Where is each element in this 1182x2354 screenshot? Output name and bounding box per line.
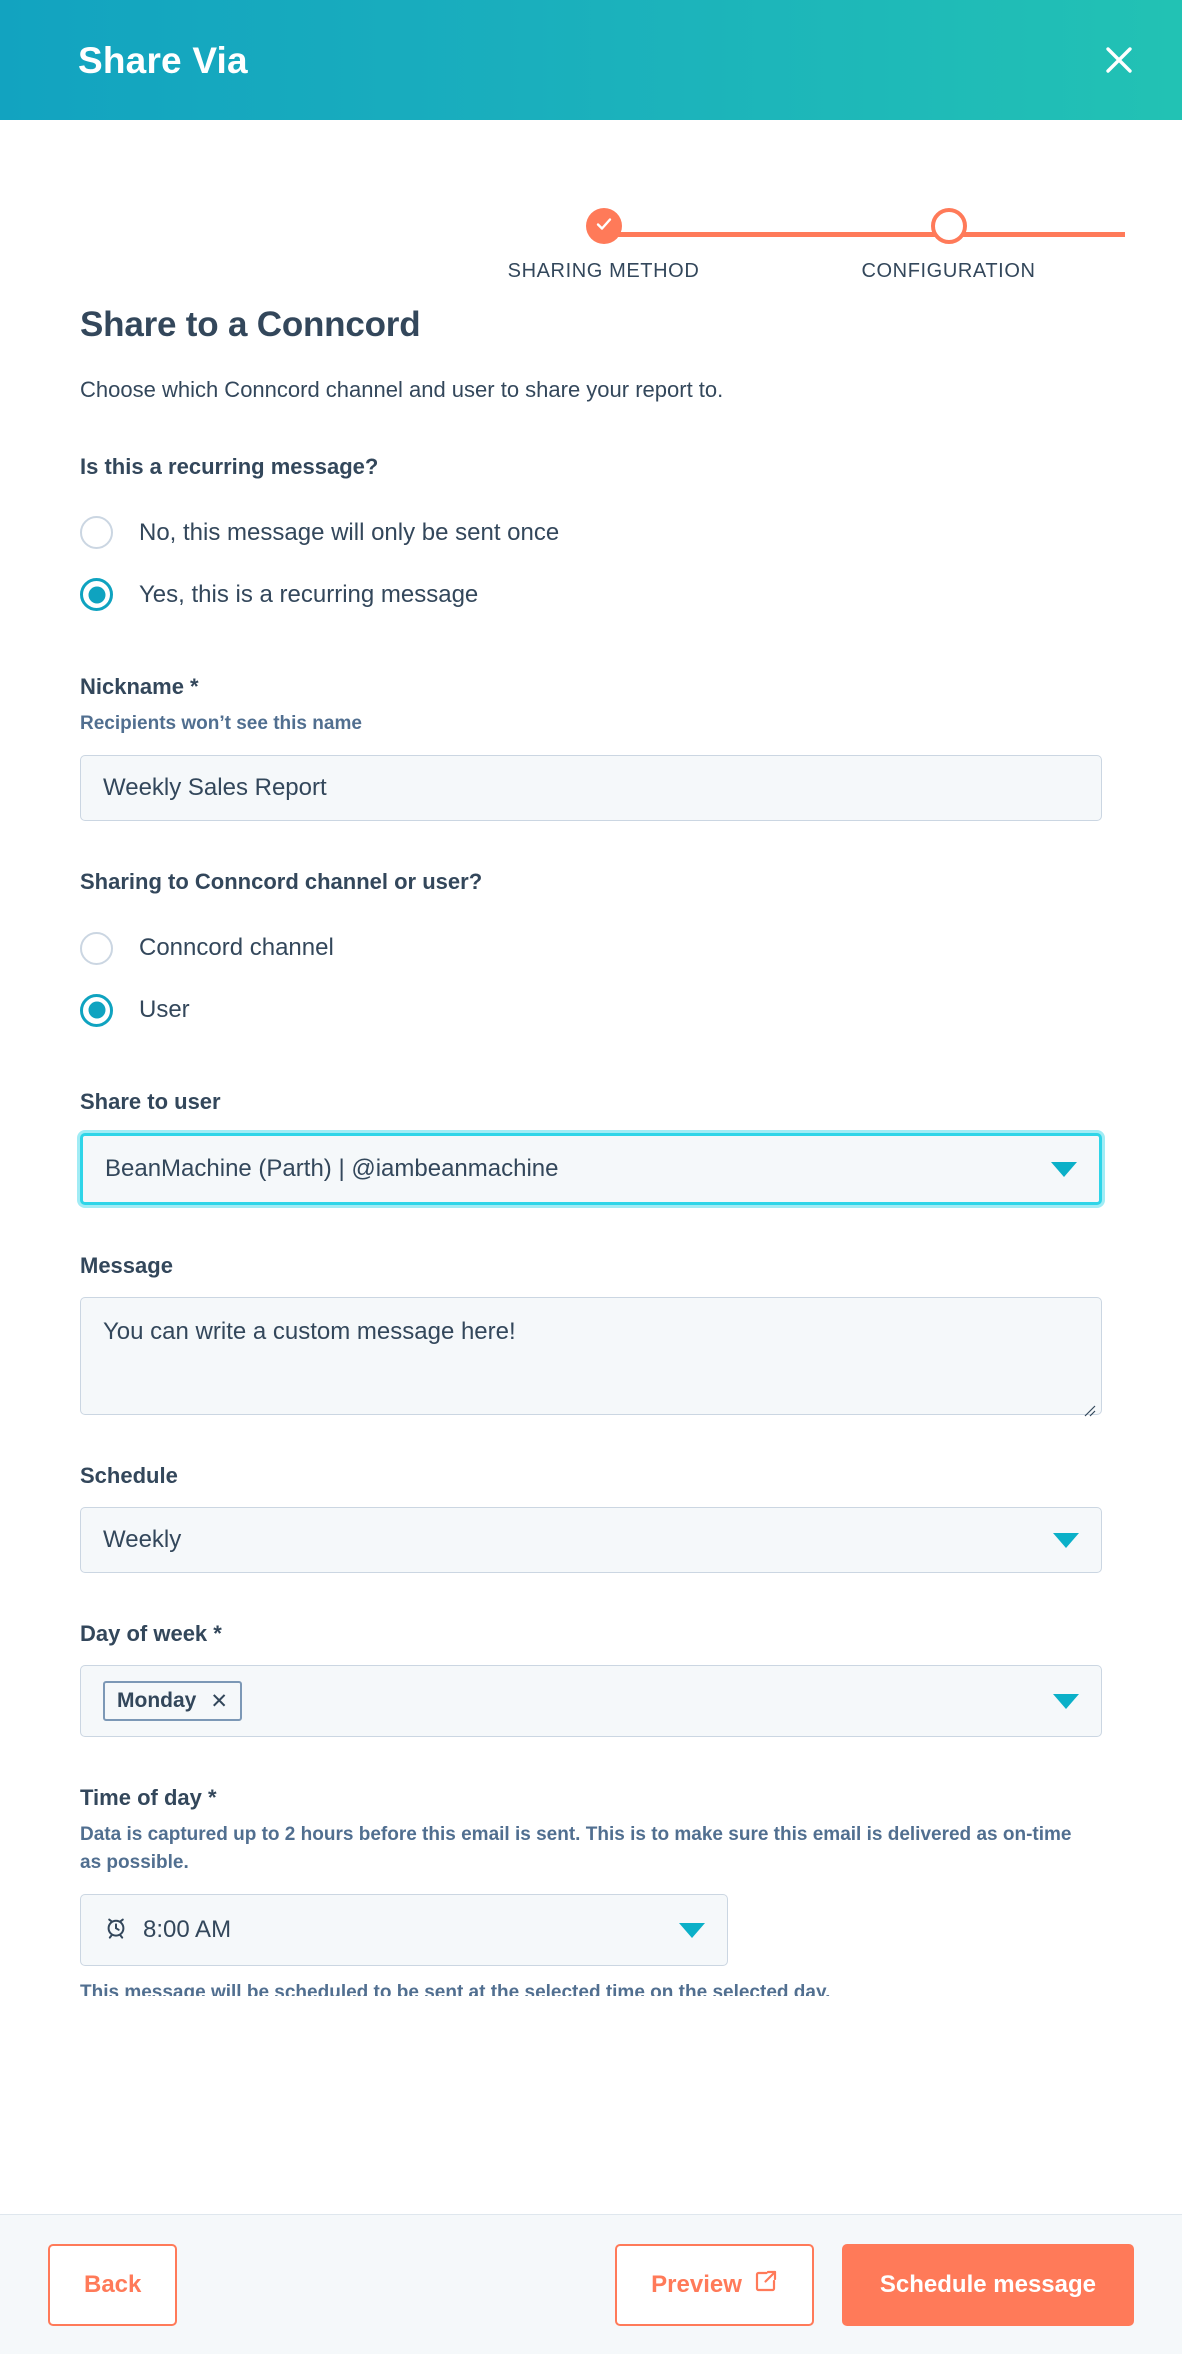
stepper-step-sharing-method[interactable]: SHARING METHOD xyxy=(504,208,704,283)
field-label: Message xyxy=(80,1253,173,1279)
radio-label: User xyxy=(139,996,190,1024)
select-value: Weekly xyxy=(103,1526,182,1554)
chevron-down-icon xyxy=(1053,1532,1079,1548)
field-label: Day of week * xyxy=(80,1621,222,1647)
radio-option-no-recurring[interactable]: No, this message will only be sent once xyxy=(80,502,1102,564)
day-of-week-chip: Monday ✕ xyxy=(103,1681,242,1722)
chevron-down-icon xyxy=(1051,1161,1077,1177)
step-dot-current xyxy=(930,208,967,244)
schedule-message-button[interactable]: Schedule message xyxy=(841,2243,1134,2326)
stepper-step-configuration[interactable]: CONFIGURATION xyxy=(849,208,1049,283)
schedule-select[interactable]: Weekly xyxy=(80,1507,1102,1574)
close-icon xyxy=(1100,41,1138,79)
radio-indicator xyxy=(80,516,113,550)
footer-actions: Preview Schedule message xyxy=(615,2243,1134,2326)
field-schedule: Schedule Weekly xyxy=(80,1463,1102,1574)
message-textarea[interactable]: You can write a custom message here! xyxy=(80,1297,1102,1417)
field-label: Schedule xyxy=(80,1463,178,1489)
field-target-type: Sharing to Conncord channel or user? Con… xyxy=(80,869,1102,1041)
share-to-user-select[interactable]: BeanMachine (Parth) | @iambeanmachine xyxy=(80,1133,1102,1206)
page-title: Share Via xyxy=(78,39,248,81)
radio-indicator-selected xyxy=(80,993,113,1027)
preview-button-label: Preview xyxy=(651,2270,742,2298)
modal-body: SHARING METHOD CONFIGURATION Share to a … xyxy=(0,120,1182,2214)
chevron-down-icon xyxy=(1053,1693,1079,1709)
stepper-step-label: SHARING METHOD xyxy=(507,260,700,282)
field-label: Is this a recurring message? xyxy=(80,453,379,479)
chevron-down-icon xyxy=(679,1922,705,1938)
field-recurring-message: Is this a recurring message? No, this me… xyxy=(80,454,1102,626)
field-help-text: Data is captured up to 2 hours before th… xyxy=(80,1824,1072,1873)
day-of-week-select[interactable]: Monday ✕ xyxy=(80,1665,1102,1738)
preview-button[interactable]: Preview xyxy=(615,2243,814,2326)
modal-footer: Back Preview Schedule message xyxy=(0,2214,1182,2354)
chip-remove-icon[interactable]: ✕ xyxy=(210,1691,228,1712)
field-label: Sharing to Conncord channel or user? xyxy=(80,869,483,895)
progress-stepper: SHARING METHOD CONFIGURATION xyxy=(264,120,1125,305)
chip-label: Monday xyxy=(117,1689,197,1713)
field-day-of-week: Day of week * Monday ✕ xyxy=(80,1621,1102,1738)
select-value: BeanMachine (Parth) | @iambeanmachine xyxy=(105,1155,559,1183)
message-value: You can write a custom message here! xyxy=(103,1318,516,1346)
field-time-of-day: Time of day * Data is captured up to 2 h… xyxy=(80,1785,1102,1996)
select-value: 8:00 AM xyxy=(103,1914,231,1947)
time-of-day-select[interactable]: 8:00 AM xyxy=(80,1894,728,1967)
back-button[interactable]: Back xyxy=(48,2243,178,2326)
field-help-text: Recipients won’t see this name xyxy=(80,712,362,734)
stepper-step-label: CONFIGURATION xyxy=(861,260,1036,282)
form-content: Share to a Conncord Choose which Conncor… xyxy=(0,305,1182,1996)
field-label: Time of day * xyxy=(80,1785,217,1811)
close-button[interactable] xyxy=(1090,31,1148,89)
check-icon xyxy=(594,214,614,239)
radio-indicator-selected xyxy=(80,578,113,612)
time-value: 8:00 AM xyxy=(143,1916,232,1944)
radio-group-recurring: No, this message will only be sent once … xyxy=(80,502,1102,626)
section-description: Choose which Conncord channel and user t… xyxy=(80,377,724,402)
resize-handle-icon[interactable] xyxy=(1082,1396,1096,1417)
radio-option-yes-recurring[interactable]: Yes, this is a recurring message xyxy=(80,564,1102,626)
field-nickname: Nickname * Recipients won’t see this nam… xyxy=(80,674,1102,822)
field-share-to-user: Share to user BeanMachine (Parth) | @iam… xyxy=(80,1089,1102,1206)
section-title: Share to a Conncord xyxy=(80,305,421,344)
field-label: Share to user xyxy=(80,1089,221,1115)
field-message: Message You can write a custom message h… xyxy=(80,1253,1102,1417)
nickname-input[interactable]: Weekly Sales Report xyxy=(80,755,1102,822)
external-link-icon xyxy=(754,2269,778,2300)
radio-label: No, this message will only be sent once xyxy=(139,518,560,546)
radio-group-target-type: Conncord channel User xyxy=(80,917,1102,1041)
truncated-note: This message will be scheduled to be sen… xyxy=(80,1982,831,1997)
radio-label: Yes, this is a recurring message xyxy=(139,580,479,608)
radio-indicator xyxy=(80,931,113,965)
radio-option-conncord-channel[interactable]: Conncord channel xyxy=(80,917,1102,979)
step-dot-complete xyxy=(585,208,622,244)
alarm-clock-icon xyxy=(103,1914,129,1947)
field-label: Nickname * xyxy=(80,673,199,699)
radio-option-user[interactable]: User xyxy=(80,979,1102,1041)
modal-header: Share Via xyxy=(0,0,1182,120)
radio-label: Conncord channel xyxy=(139,934,334,962)
